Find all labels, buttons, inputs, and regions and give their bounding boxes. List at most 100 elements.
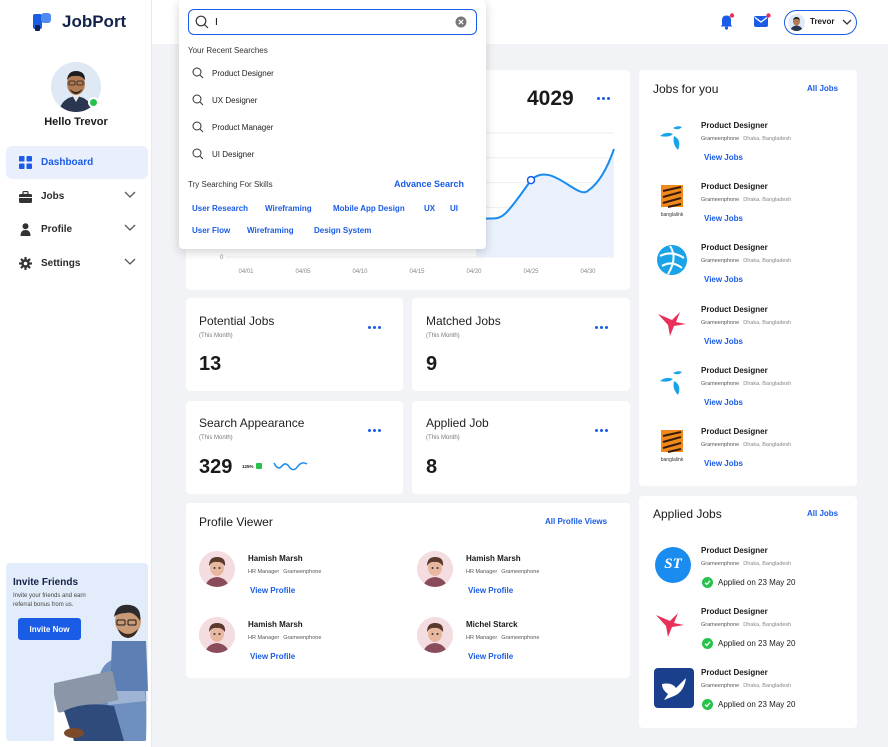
x-tick-label: 04/25	[523, 269, 539, 275]
banglalink-logo: banglalink	[656, 183, 688, 218]
gear-icon	[18, 257, 32, 271]
user-name: Trevor	[810, 17, 835, 26]
viewer-company: Grameenphone	[283, 569, 322, 575]
all-profile-views-link[interactable]: All Profile Views	[545, 517, 607, 526]
globe-logo	[656, 244, 688, 276]
sidebar-item-profile[interactable]: Profile	[6, 213, 148, 246]
job-meta: Grameenphone Dhaka, Bangladesh	[701, 622, 791, 628]
avatar	[788, 14, 805, 31]
job-meta: Grameenphone Dhaka, Bangladesh	[701, 258, 791, 264]
stat-title: Potential Jobs	[199, 314, 275, 328]
app-name[interactable]: JobPort	[62, 12, 126, 32]
job-company: Grameenphone	[701, 319, 740, 326]
job-title: Product Designer	[701, 427, 768, 436]
viewer-meta: HR Manager Grameenphone	[466, 635, 539, 641]
more-options-icon[interactable]	[595, 429, 608, 432]
view-profile-link[interactable]: View Profile	[250, 652, 295, 661]
invite-title: Invite Friends	[13, 577, 79, 588]
job-company: Grameenphone	[701, 136, 740, 142]
stat-title: Applied Job	[426, 416, 489, 430]
job-company: Grameenphone	[701, 683, 740, 689]
avatar[interactable]	[417, 551, 453, 587]
chevron-down-icon[interactable]	[124, 258, 136, 266]
mail-icon[interactable]	[753, 13, 771, 29]
view-profile-link[interactable]: View Profile	[250, 586, 295, 595]
chevron-down-icon[interactable]	[124, 191, 136, 199]
search-icon	[192, 67, 204, 79]
search-input[interactable]	[215, 14, 445, 30]
y-tick-label: 0	[220, 255, 224, 261]
user-menu[interactable]: Trevor	[784, 10, 857, 35]
sidebar-item-jobs[interactable]: Jobs	[6, 180, 148, 213]
application-status-text: Applied on 23 May 20	[718, 700, 796, 709]
job-location: Dhaka, Bangladesh	[743, 197, 792, 204]
skill-chip[interactable]: UX	[424, 204, 435, 213]
search-icon	[192, 148, 204, 160]
invite-now-button[interactable]: Invite Now	[18, 618, 81, 640]
job-meta: Grameenphone Dhaka, Bangladesh	[701, 561, 791, 567]
skill-chip[interactable]: Wireframing	[247, 226, 294, 235]
sidebar-item-settings[interactable]: Settings	[6, 247, 148, 280]
all-jobs-link[interactable]: All Jobs	[807, 84, 838, 93]
skill-chip[interactable]: Wireframing	[265, 204, 312, 213]
skill-chip[interactable]: User Research	[192, 204, 248, 213]
greeting: Hello Trevor	[44, 116, 108, 128]
job-location: Dhaka, Bangladesh	[743, 136, 792, 142]
avatar[interactable]	[417, 617, 453, 653]
view-jobs-link[interactable]: View Jobs	[704, 214, 743, 223]
viewer-role: HR Manager	[466, 569, 498, 575]
view-jobs-link[interactable]: View Jobs	[704, 398, 743, 407]
more-options-icon[interactable]	[595, 326, 608, 329]
person-icon	[18, 223, 32, 237]
avatar[interactable]	[199, 617, 235, 653]
telenor-logo	[656, 122, 688, 154]
recent-search-item[interactable]: Product Designer	[192, 67, 274, 79]
application-status-text: Applied on 23 May 20	[718, 639, 796, 648]
x-tick-label: 04/20	[466, 269, 482, 275]
application-status-text: Applied on 23 May 20	[718, 578, 796, 587]
recent-search-item[interactable]: UX Designer	[192, 94, 257, 106]
chevron-down-icon[interactable]	[124, 224, 136, 232]
invite-card	[6, 563, 148, 741]
sidebar-item-dashboard[interactable]: Dashboard	[6, 146, 148, 179]
growth-badge: 125%	[242, 463, 262, 469]
profile-viewer-title: Profile Viewer	[199, 515, 273, 529]
view-profile-link[interactable]: View Profile	[468, 586, 513, 595]
check-circle-icon	[702, 577, 713, 588]
skill-chip[interactable]: User Flow	[192, 226, 230, 235]
more-options-icon[interactable]	[597, 97, 610, 100]
view-jobs-link[interactable]: View Jobs	[704, 275, 743, 284]
job-title: Product Designer	[701, 182, 768, 192]
stat-subtitle: (This Month)	[426, 435, 460, 441]
chart-data-point[interactable]	[526, 175, 536, 185]
advance-search-link[interactable]: Advance Search	[394, 179, 464, 189]
viewer-role: HR Manager	[248, 635, 280, 641]
bell-icon[interactable]	[719, 13, 735, 30]
skill-chip[interactable]: Design System	[314, 226, 371, 235]
view-jobs-link[interactable]: View Jobs	[704, 459, 743, 468]
jobs-for-you-title: Jobs for you	[653, 82, 719, 96]
viewer-name: Hamish Marsh	[248, 554, 303, 563]
stat-subtitle: (This Month)	[199, 333, 233, 339]
job-title: Product Designer	[701, 121, 768, 130]
view-jobs-link[interactable]: View Jobs	[704, 337, 743, 346]
avatar[interactable]	[199, 551, 235, 587]
view-profile-link[interactable]: View Profile	[468, 652, 513, 661]
skills-heading: Try Searching For Skills	[188, 180, 273, 189]
recent-search-item[interactable]: UI Designer	[192, 148, 254, 160]
dove-logo	[654, 668, 694, 708]
x-tick-label: 04/05	[295, 269, 311, 275]
job-title: Product Designer	[701, 304, 768, 314]
more-options-icon[interactable]	[368, 429, 381, 432]
stat-subtitle: (This Month)	[426, 333, 460, 339]
applied-jobs-title: Applied Jobs	[653, 507, 722, 521]
more-options-icon[interactable]	[368, 326, 381, 329]
view-jobs-link[interactable]: View Jobs	[704, 153, 743, 162]
clear-search-icon[interactable]	[455, 16, 467, 28]
skill-chip[interactable]: Mobile App Design	[333, 204, 405, 213]
job-meta: Grameenphone Dhaka, Bangladesh	[701, 381, 791, 387]
job-meta: Grameenphone Dhaka, Bangladesh	[701, 442, 791, 448]
all-applied-jobs-link[interactable]: All Jobs	[807, 509, 838, 518]
recent-search-item[interactable]: Product Manager	[192, 121, 273, 133]
skill-chip[interactable]: UI	[450, 204, 458, 213]
